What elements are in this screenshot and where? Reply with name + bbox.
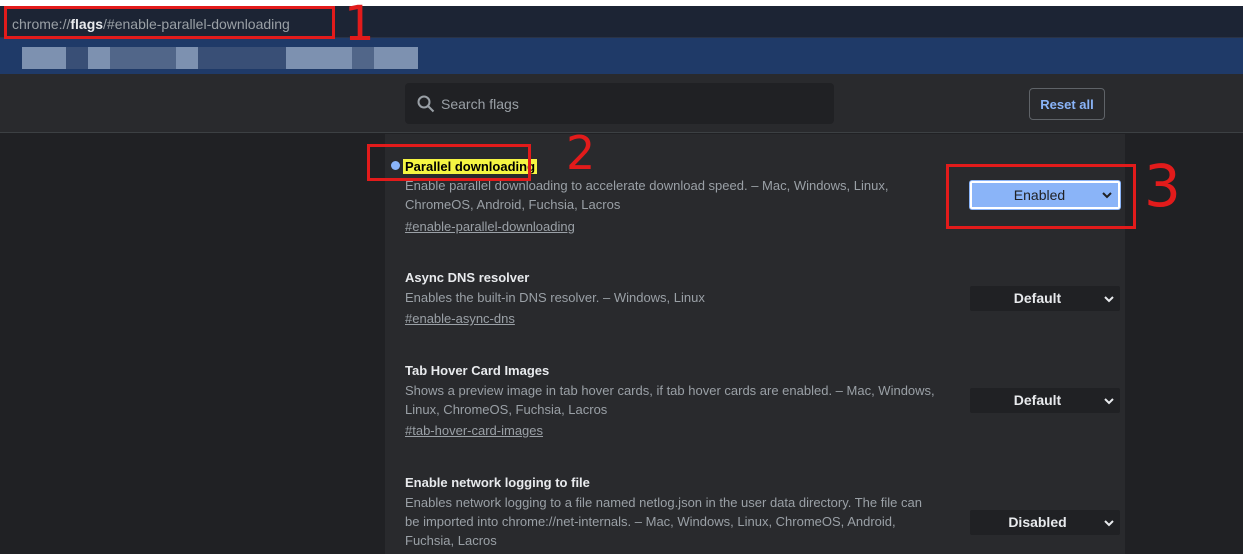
flag-async-dns: Async DNS resolver Enables the built-in … [405,269,1120,326]
search-input[interactable] [441,83,821,124]
bookmark-item[interactable] [198,47,286,69]
select-value: Default [1013,392,1062,408]
flag-state-select[interactable]: Default [970,388,1120,413]
select-value: Disabled [1008,514,1067,530]
annotation-box-flag-title [367,144,531,181]
select-value: Default [1013,290,1062,306]
annotation-number-2: 2 [566,126,596,180]
flag-state-select[interactable]: Default [970,286,1120,311]
flag-tab-hover-card-images: Tab Hover Card Images Shows a preview im… [405,362,1120,438]
chevron-down-icon [1104,520,1114,527]
annotation-box-url [4,6,335,39]
annotation-number-3: 3 [1144,152,1181,220]
flag-title: Async DNS resolver [405,270,530,285]
bookmark-item[interactable] [66,47,88,69]
chevron-down-icon [1104,296,1114,303]
annotation-box-select [946,164,1136,229]
flag-title: Enable network logging to file [405,475,590,490]
reset-all-button[interactable]: Reset all [1029,88,1105,120]
flag-description: Enable parallel downloading to accelerat… [405,178,889,212]
search-box[interactable] [405,83,834,124]
bookmark-item[interactable] [88,47,110,69]
bookmark-item[interactable] [374,47,418,69]
flag-network-logging: Enable network logging to file Enables n… [405,474,1120,548]
flag-link[interactable]: #enable-async-dns [405,311,515,326]
flag-link[interactable]: #tab-hover-card-images [405,423,543,438]
bookmark-item[interactable] [176,47,198,69]
flag-description: Enables the built-in DNS resolver. – Win… [405,290,705,305]
flags-header: Reset all [0,74,1243,133]
bookmark-item[interactable] [22,47,66,69]
bookmark-item[interactable] [286,47,352,69]
bookmark-item[interactable] [110,47,176,69]
flag-description: Enables network logging to a file named … [405,495,922,548]
flag-state-select[interactable]: Disabled [970,510,1120,535]
annotation-number-1: 1 [344,0,375,52]
flag-title: Tab Hover Card Images [405,363,550,378]
flag-description: Shows a preview image in tab hover cards… [405,383,935,417]
search-icon [417,95,435,113]
flag-link[interactable]: #enable-parallel-downloading [405,219,575,234]
bookmarks-bar [0,38,1243,74]
chevron-down-icon [1104,398,1114,405]
